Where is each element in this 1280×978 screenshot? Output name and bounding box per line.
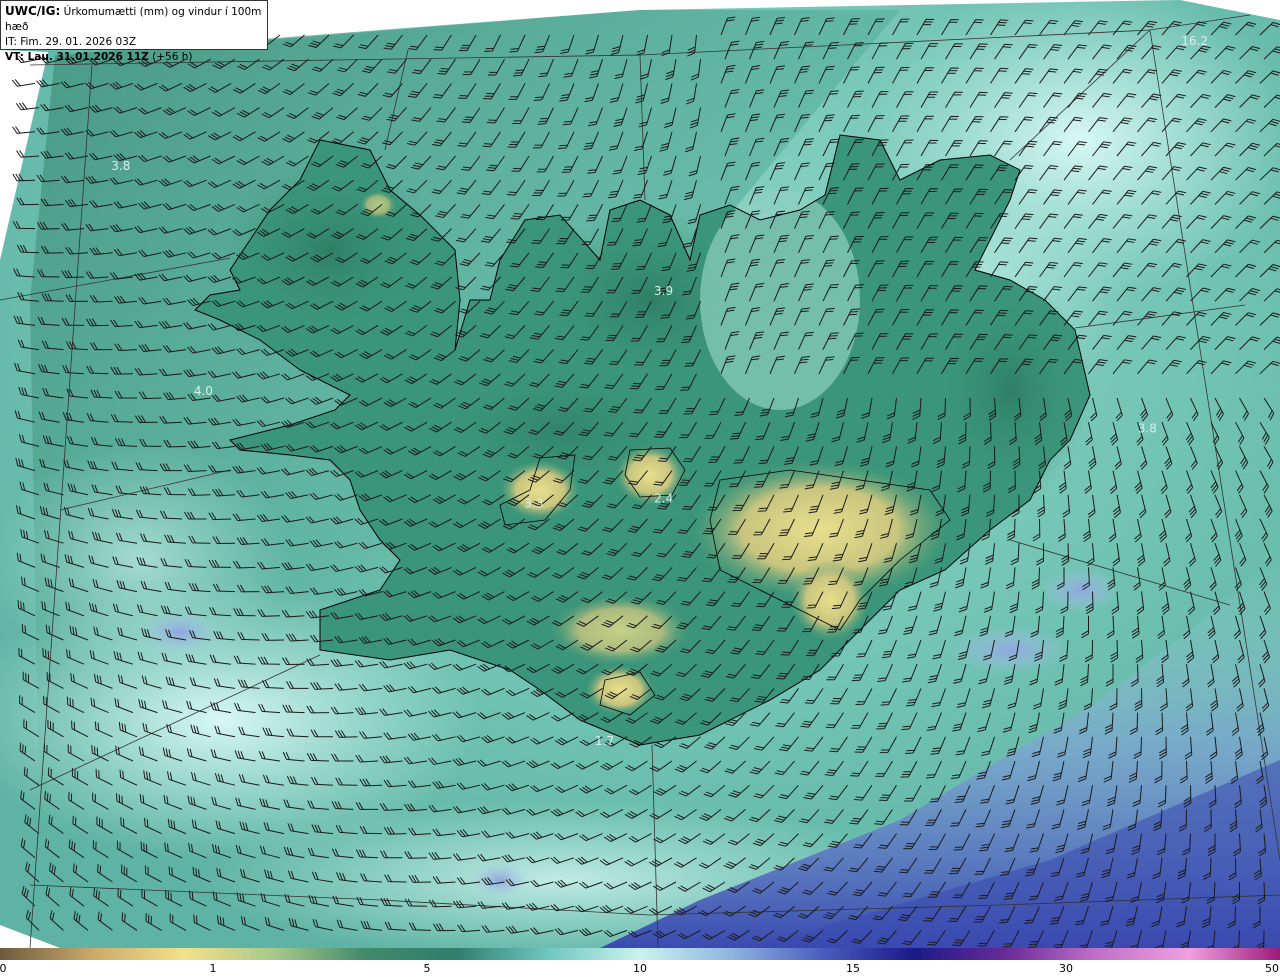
colorbar-fill	[0, 948, 1280, 960]
precip-value-label: 3.8	[1138, 422, 1157, 436]
precip-value-label: 2.4	[654, 492, 673, 506]
blue-blob-2	[1040, 568, 1120, 612]
icecap-langjokull	[500, 460, 580, 520]
land-dark-nw	[220, 160, 440, 340]
model-name: UWC/IG:	[5, 4, 61, 18]
icecap-south	[790, 560, 870, 640]
colorbar-labels: 0 1 5 10 15 30 50	[0, 962, 1280, 978]
land-pale-ne	[700, 190, 860, 410]
precip-value-label: 3.8	[111, 159, 130, 173]
colorbar-tick-label: 0	[0, 962, 7, 975]
precip-value-label: 3.3	[524, 497, 543, 511]
colorbar-tick-label: 5	[423, 962, 431, 975]
colorbar-tick-label: 30	[1059, 962, 1073, 975]
icecap-south-west	[550, 595, 690, 665]
valid-time-line: VT: Lau. 31.01.2026 11Z (+56 h)	[5, 50, 263, 65]
blue-blob-4	[470, 862, 530, 898]
colorbar-tick-label: 10	[633, 962, 647, 975]
precip-value-label: 4.0	[194, 384, 213, 398]
precip-value-label: 16.2	[1181, 34, 1208, 48]
precip-value-label: 3.9	[654, 284, 673, 298]
info-panel: UWC/IG: Úrkomumætti (mm) og vindur í 100…	[0, 0, 268, 63]
init-time: IT: Fim. 29. 01. 2026 03Z	[5, 36, 137, 48]
precip-value-label: 1.7	[595, 734, 614, 748]
valid-offset: (+56 h)	[152, 51, 193, 63]
colorbar-tick-label: 50	[1265, 962, 1279, 975]
title-line: UWC/IG: Úrkomumætti (mm) og vindur í 100…	[5, 4, 263, 35]
icecap-myrdalsjokull	[585, 665, 655, 715]
valid-time: VT: Lau. 31.01.2026 11Z	[5, 51, 149, 63]
colorbar-tick-label: 1	[209, 962, 217, 975]
bright-area-w	[0, 440, 290, 680]
colorbar	[0, 948, 1280, 960]
weather-map: 3.83.94.04.23.32.43.86.516.21.77.5	[0, 0, 1280, 948]
blue-blob-1	[140, 610, 220, 654]
colorbar-tick-label: 15	[846, 962, 860, 975]
